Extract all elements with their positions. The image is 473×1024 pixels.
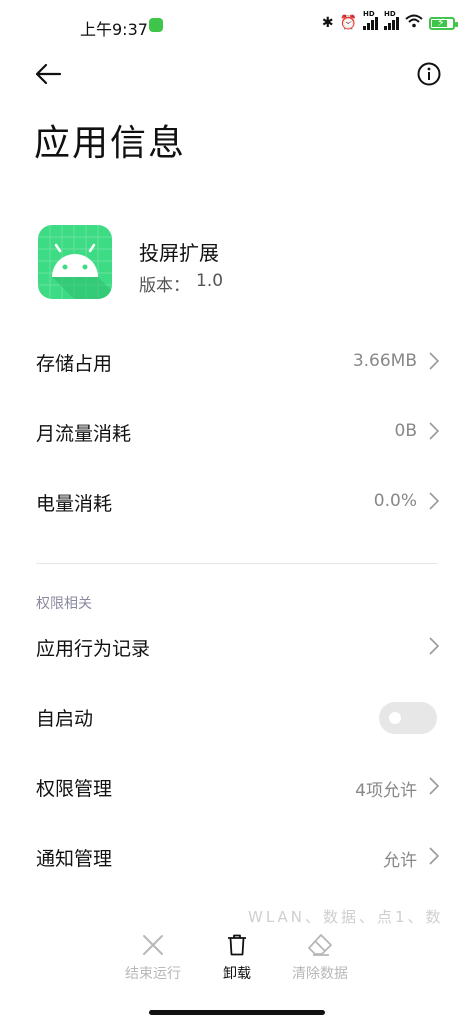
uninstall-button[interactable]: 卸载 bbox=[192, 933, 282, 993]
app-name: 投屏扩展 bbox=[139, 241, 219, 265]
clear-data-label: 清除数据 bbox=[292, 966, 348, 982]
notification-management-row[interactable]: 通知管理 允许 bbox=[0, 822, 473, 892]
faded-row-text: WLAN、数据、点1、数 bbox=[248, 908, 444, 926]
back-icon[interactable] bbox=[34, 60, 62, 88]
chevron-right-icon bbox=[429, 777, 439, 795]
close-icon bbox=[143, 935, 163, 955]
chevron-right-icon bbox=[429, 492, 439, 510]
status-icons: ✱ ⏰ HD HD ⚡ bbox=[321, 10, 458, 32]
row-label: 电量消耗 bbox=[36, 493, 113, 515]
chevron-right-icon bbox=[429, 422, 439, 440]
permission-management-row[interactable]: 权限管理 4项允许 bbox=[0, 752, 473, 822]
uninstall-label: 卸载 bbox=[223, 966, 251, 982]
battery-usage-row[interactable]: 电量消耗 0.0% bbox=[0, 467, 473, 537]
force-stop-button[interactable]: 结束运行 bbox=[108, 933, 198, 993]
row-value: 允许 bbox=[383, 851, 417, 871]
info-icon[interactable] bbox=[417, 62, 441, 86]
clear-data-button[interactable]: 清除数据 bbox=[275, 933, 365, 993]
eraser-icon bbox=[308, 934, 332, 956]
app-behavior-row[interactable]: 应用行为记录 bbox=[0, 612, 473, 682]
wifi-icon bbox=[405, 14, 423, 32]
app-version-label: 版本： bbox=[139, 276, 190, 296]
autostart-toggle[interactable] bbox=[379, 702, 437, 734]
alarm-icon: ⏰ bbox=[339, 15, 357, 31]
signal-icon: HD bbox=[363, 10, 378, 30]
status-time: 上午9:37 bbox=[80, 20, 148, 39]
status-bar: 上午9:37 ✱ ⏰ HD HD ⚡ bbox=[0, 0, 473, 50]
row-label: 通知管理 bbox=[36, 848, 113, 870]
autostart-row: 自启动 bbox=[0, 682, 473, 752]
row-value: 0B bbox=[394, 421, 417, 441]
row-label: 自启动 bbox=[36, 708, 94, 730]
app-version-value: 1.0 bbox=[196, 271, 224, 291]
hd-label-2: HD bbox=[384, 10, 396, 18]
chevron-right-icon bbox=[429, 847, 439, 865]
home-indicator[interactable] bbox=[149, 1010, 325, 1015]
divider bbox=[36, 563, 437, 564]
row-label: 存储占用 bbox=[36, 353, 113, 375]
data-usage-row[interactable]: 月流量消耗 0B bbox=[0, 397, 473, 467]
hd-label: HD bbox=[363, 10, 375, 18]
signal-icon-2: HD bbox=[384, 10, 399, 30]
row-label: 应用行为记录 bbox=[36, 638, 151, 660]
row-label: 权限管理 bbox=[36, 778, 113, 800]
force-stop-label: 结束运行 bbox=[125, 966, 181, 982]
section-title: 权限相关 bbox=[36, 596, 92, 612]
row-value: 4项允许 bbox=[355, 781, 417, 801]
row-value: 3.66MB bbox=[352, 351, 417, 371]
bluetooth-icon: ✱ bbox=[321, 15, 334, 31]
storage-row[interactable]: 存储占用 3.66MB bbox=[0, 327, 473, 397]
chevron-right-icon bbox=[429, 352, 439, 370]
app-icon bbox=[38, 225, 112, 299]
page-title: 应用信息 bbox=[34, 123, 187, 164]
trash-icon bbox=[228, 934, 246, 956]
battery-icon: ⚡ bbox=[429, 16, 458, 30]
wechat-notification-icon bbox=[149, 18, 163, 32]
row-label: 月流量消耗 bbox=[36, 423, 132, 445]
row-value: 0.0% bbox=[373, 491, 417, 511]
chevron-right-icon bbox=[429, 637, 439, 655]
